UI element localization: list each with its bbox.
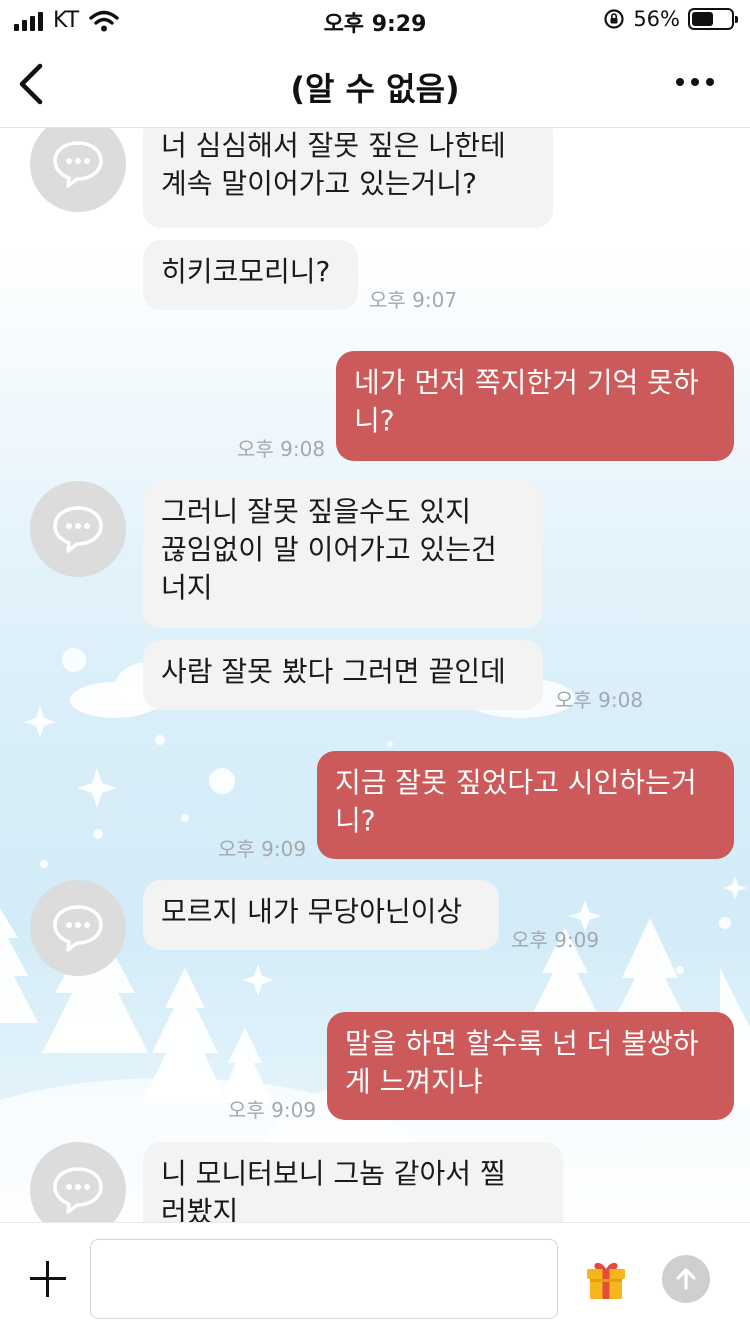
gift-button[interactable] — [584, 1257, 628, 1301]
chat-title: (알 수 없음) — [290, 70, 460, 108]
message-composer — [0, 1222, 750, 1334]
more-dots-icon — [676, 78, 684, 86]
message-bubble-incoming[interactable]: 니 모니터보니 그놈 같아서 찔 러봤지 — [143, 1142, 563, 1222]
message-timestamp: 오후 9:09 — [228, 1098, 317, 1122]
message-bubble-outgoing[interactable]: 말을 하면 할수록 넌 더 불쌍하 게 느껴지냐 — [327, 1012, 734, 1120]
attach-button[interactable] — [28, 1259, 68, 1299]
message-input[interactable] — [90, 1239, 558, 1319]
status-bar: KT 오후 9:29 56% — [0, 0, 750, 40]
message-timestamp: 오후 9:09 — [511, 928, 600, 952]
chat-bubble-icon — [53, 905, 103, 952]
chat-bubble-icon — [53, 1167, 103, 1214]
message-bubble-incoming[interactable]: 사람 잘못 봤다 그러면 끝인데 — [143, 640, 543, 710]
battery-percent: 56% — [633, 7, 680, 31]
chat-header: (알 수 없음) — [0, 40, 750, 128]
status-right: 56% — [603, 7, 738, 31]
message-bubble-incoming[interactable]: 히키코모리니? — [143, 240, 358, 310]
orientation-lock-icon — [604, 9, 624, 29]
message-bubble-incoming[interactable]: 너 심심해서 잘못 짚은 나한테 계속 말이어가고 있는거니? — [143, 128, 553, 228]
message-bubble-incoming[interactable]: 그러니 잘못 짚을수도 있지 끊임없이 말 이어가고 있는건 너지 — [143, 480, 543, 628]
message-bubble-outgoing[interactable]: 네가 먼저 쪽지한거 기억 못하 니? — [336, 351, 734, 461]
message-timestamp: 오후 9:08 — [555, 688, 644, 712]
more-options-button[interactable] — [676, 78, 714, 86]
chat-bubble-icon — [53, 506, 103, 553]
message-timestamp: 오후 9:07 — [369, 288, 458, 312]
message-timestamp: 오후 9:08 — [237, 437, 326, 461]
avatar[interactable] — [30, 481, 126, 577]
battery-icon — [688, 8, 738, 30]
message-bubble-incoming[interactable]: 모르지 내가 무당아닌이상 — [143, 880, 499, 950]
send-button[interactable] — [662, 1255, 710, 1303]
avatar[interactable] — [30, 880, 126, 976]
message-bubble-outgoing[interactable]: 지금 잘못 짚었다고 시인하는거 니? — [317, 751, 734, 859]
chat-bubble-icon — [53, 141, 103, 188]
gift-icon — [587, 1262, 625, 1299]
message-timestamp: 오후 9:09 — [218, 837, 307, 861]
send-arrow-icon — [676, 1268, 696, 1290]
chat-thread[interactable]: 너 심심해서 잘못 짚은 나한테 계속 말이어가고 있는거니? 히키코모리니? … — [0, 128, 750, 1222]
